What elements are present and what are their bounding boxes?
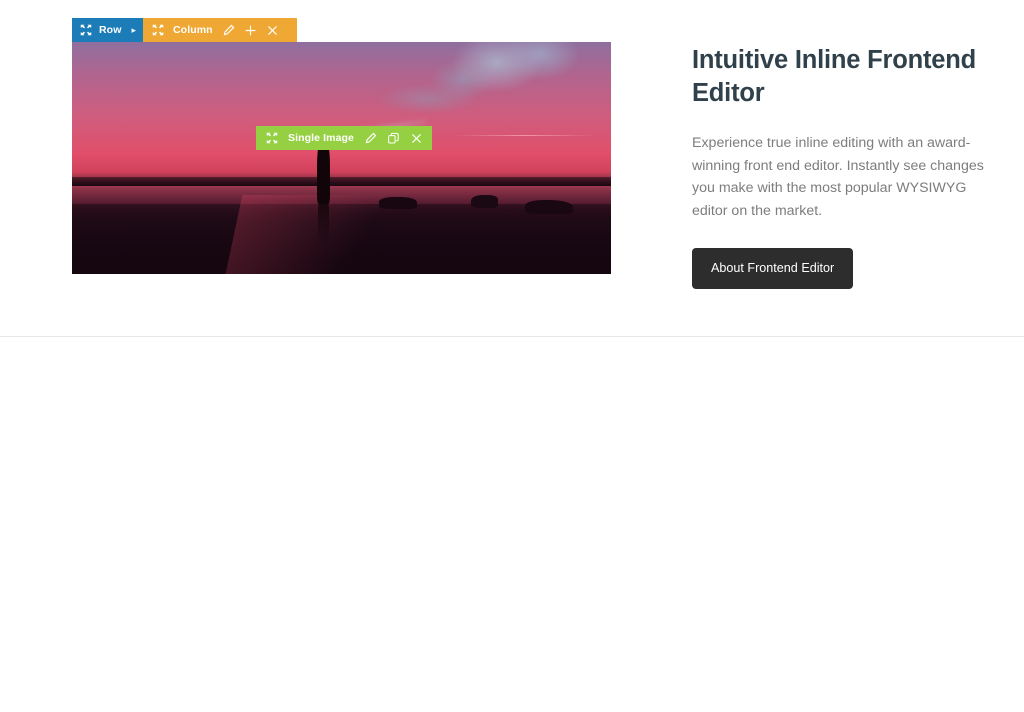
close-icon[interactable] <box>266 24 279 37</box>
rock-shape <box>379 197 417 210</box>
move-arrows-icon[interactable] <box>80 24 92 36</box>
row-column-toolbar[interactable]: Row ▸ Column <box>72 18 297 42</box>
pencil-icon[interactable] <box>364 132 377 145</box>
close-icon[interactable] <box>410 132 423 145</box>
frontend-editor-copy: Intuitive Inline Frontend Editor Experie… <box>692 44 997 290</box>
backend-editor-section: Award Winning Backend Editor Use one of … <box>0 336 1024 712</box>
frontend-paragraph: Experience true inline editing with an a… <box>692 135 984 219</box>
sky-streak <box>454 134 595 136</box>
move-arrows-icon[interactable] <box>266 132 278 144</box>
frontend-editor-section: Row ▸ Column Single Image Intuitive Inli… <box>0 0 1024 337</box>
frontend-heading: Intuitive Inline Frontend Editor <box>692 46 976 108</box>
about-frontend-editor-button[interactable]: About Frontend Editor <box>692 248 854 290</box>
row-toolbar-label: Row <box>99 24 122 36</box>
horizon-band <box>72 176 611 186</box>
copy-icon[interactable] <box>387 132 400 145</box>
frontend-preview-image[interactable]: Single Image <box>72 42 611 274</box>
rock-shape <box>524 199 574 214</box>
rock-shape <box>470 195 498 208</box>
single-image-toolbar[interactable]: Single Image <box>256 126 432 150</box>
pencil-icon[interactable] <box>222 24 235 37</box>
row-toolbar-segment[interactable]: Row ▸ <box>72 18 143 42</box>
column-toolbar-segment[interactable]: Column <box>143 18 297 42</box>
frontend-editor-block: Row ▸ Column Single Image <box>72 18 611 274</box>
plus-icon[interactable] <box>244 24 257 37</box>
move-arrows-icon[interactable] <box>152 24 164 36</box>
chevron-right-icon[interactable]: ▸ <box>131 25 136 36</box>
single-image-toolbar-label: Single Image <box>288 132 354 144</box>
person-reflection <box>318 204 329 249</box>
column-toolbar-label: Column <box>173 24 213 36</box>
